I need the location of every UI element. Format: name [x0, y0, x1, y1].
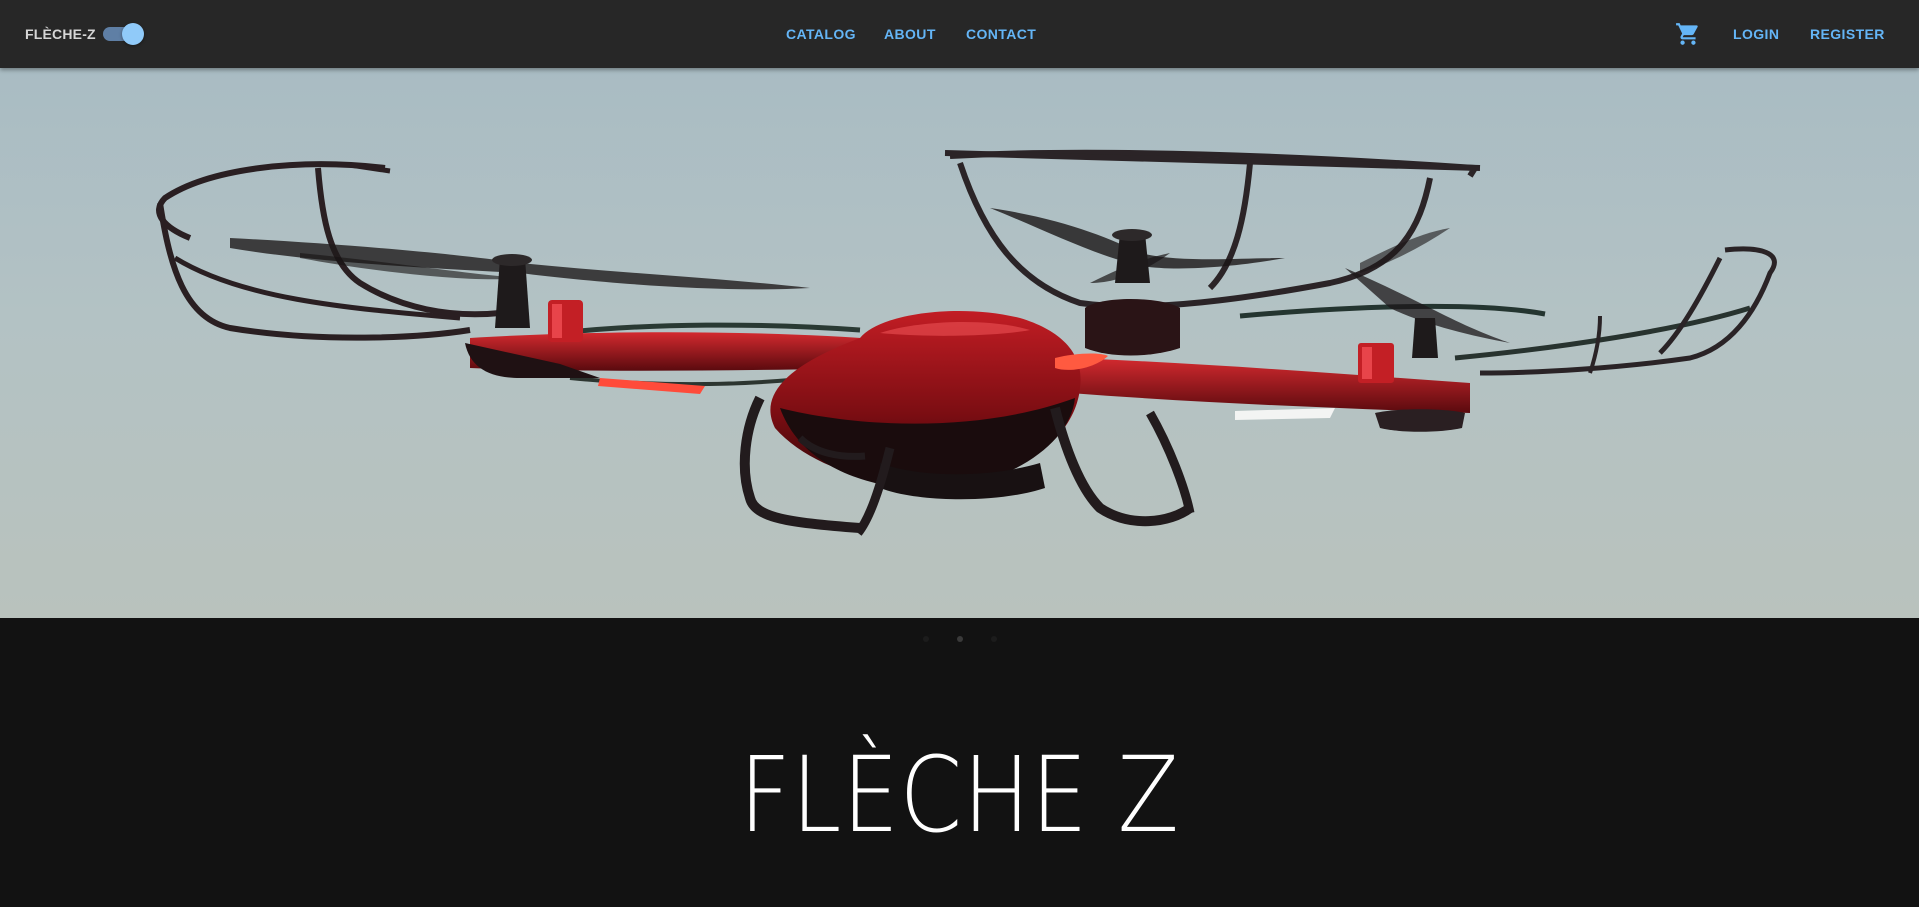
toggle-thumb	[122, 23, 144, 45]
register-link[interactable]: REGISTER	[1810, 0, 1885, 68]
top-app-bar: FLÈCHE-Z CATALOG ABOUT CONTACT LOGIN REG…	[0, 0, 1919, 68]
carousel-dot[interactable]	[922, 636, 929, 642]
nav-about-link[interactable]: ABOUT	[884, 0, 936, 68]
theme-toggle-switch[interactable]	[103, 23, 145, 45]
cart-icon-glyph	[1676, 23, 1698, 45]
hero-headline: FLÈCHE Z	[739, 733, 1180, 856]
cart-icon[interactable]	[1675, 21, 1701, 47]
nav-catalog-link[interactable]: CATALOG	[786, 0, 856, 68]
drone-illustration	[156, 149, 1777, 536]
carousel-dot-active[interactable]	[956, 636, 963, 642]
nav-contact-link[interactable]: CONTACT	[966, 0, 1036, 68]
login-link[interactable]: LOGIN	[1733, 0, 1779, 68]
carousel-indicators	[0, 636, 1919, 646]
brand-name[interactable]: FLÈCHE-Z	[25, 0, 96, 68]
carousel-dot[interactable]	[990, 636, 997, 642]
hero-carousel-slide[interactable]	[0, 68, 1919, 618]
